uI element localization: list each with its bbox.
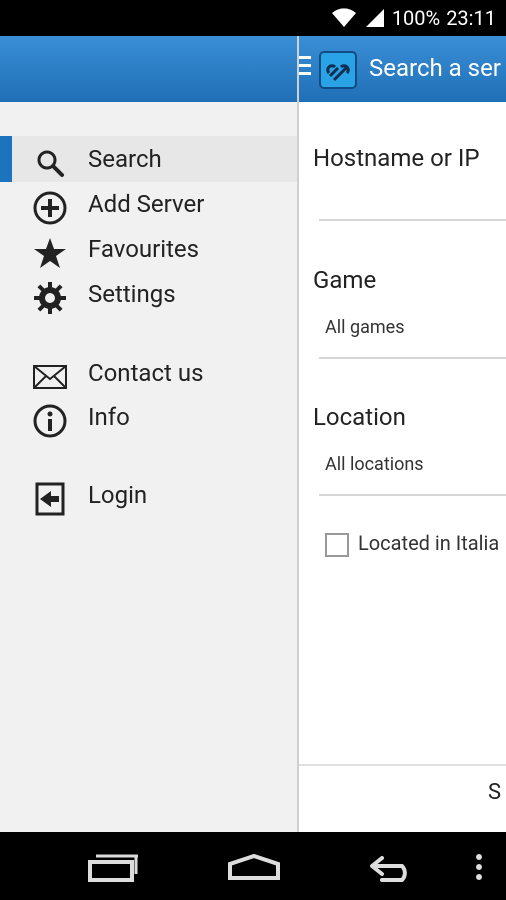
app-bar: Search a ser — [299, 36, 506, 102]
battery-text: 100% — [391, 6, 441, 30]
navigation-bar — [0, 832, 506, 900]
back-icon[interactable] — [368, 852, 418, 886]
location-underline — [319, 494, 506, 496]
drawer-item-label: Contact us — [88, 359, 204, 387]
info-icon — [33, 404, 67, 438]
drawer-item-info[interactable]: Info — [0, 396, 297, 440]
drawer-item-contact-us[interactable]: Contact us — [0, 352, 297, 396]
signal-icon — [365, 9, 384, 27]
wifi-icon — [331, 8, 356, 27]
time-text: 23:11 — [446, 6, 496, 30]
app-logo-icon — [319, 51, 357, 89]
drawer-item-label: Login — [88, 481, 148, 509]
game-select[interactable]: All games — [325, 317, 404, 338]
search-icon — [33, 146, 67, 180]
home-icon[interactable] — [226, 852, 282, 886]
located-in-country-checkbox[interactable] — [325, 533, 349, 557]
navigation-drawer: Search Add Server Favourites Settings Co… — [0, 36, 297, 832]
search-button[interactable]: S — [488, 780, 506, 805]
location-label: Location — [313, 403, 406, 431]
star-icon — [33, 236, 67, 270]
drawer-item-label: Search — [88, 145, 162, 173]
drawer-item-favourites[interactable]: Favourites — [0, 228, 297, 272]
bottom-bar: S — [299, 764, 506, 834]
status-bar: 100% 23:11 — [0, 0, 506, 36]
game-underline — [319, 357, 506, 359]
drawer-item-label: Info — [88, 403, 130, 431]
hostname-label: Hostname or IP — [313, 144, 480, 172]
drawer-item-search[interactable]: Search — [0, 138, 297, 182]
gear-icon — [33, 281, 67, 315]
mail-icon — [33, 360, 67, 394]
recent-apps-icon[interactable] — [88, 852, 140, 886]
location-select[interactable]: All locations — [325, 454, 424, 475]
login-icon — [33, 482, 67, 516]
add-circle-icon — [33, 191, 67, 225]
drawer-item-settings[interactable]: Settings — [0, 273, 297, 317]
drawer-item-login[interactable]: Login — [0, 474, 297, 518]
menu-icon[interactable] — [299, 56, 311, 80]
drawer-item-label: Favourites — [88, 235, 200, 263]
checkbox-label: Located in Italia — [358, 531, 500, 555]
drawer-item-label: Settings — [88, 280, 176, 308]
overflow-menu-icon[interactable] — [474, 852, 484, 886]
drawer-item-label: Add Server — [88, 190, 205, 218]
main-panel: Search a ser Hostname or IP Game All gam… — [297, 36, 506, 834]
game-label: Game — [313, 266, 377, 294]
page-title: Search a ser — [369, 54, 501, 82]
drawer-item-add-server[interactable]: Add Server — [0, 183, 297, 227]
hostname-input[interactable] — [319, 219, 506, 221]
drawer-header — [0, 36, 297, 102]
